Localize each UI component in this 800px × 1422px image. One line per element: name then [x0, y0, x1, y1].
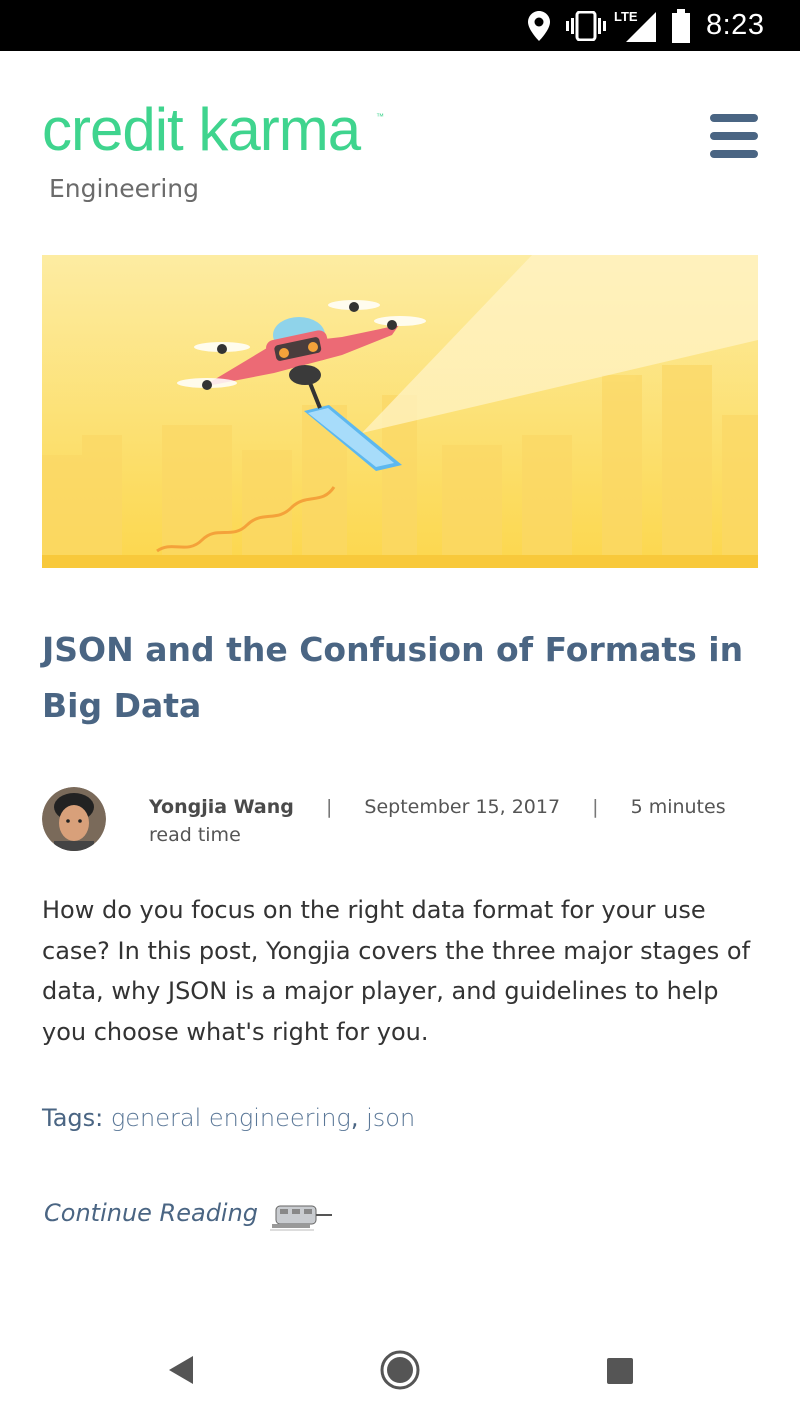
- hamburger-menu-icon[interactable]: [710, 112, 760, 160]
- trademark-mark: ™: [376, 112, 384, 121]
- post-title-link[interactable]: JSON and the Confusion of Formats in Big…: [42, 622, 758, 734]
- hero-image[interactable]: [42, 255, 758, 568]
- meta-separator: |: [325, 796, 333, 818]
- recents-icon[interactable]: [606, 1357, 634, 1385]
- post-excerpt: How do you focus on the right data forma…: [42, 896, 751, 1046]
- tag-separator: ,: [350, 1104, 359, 1132]
- post-meta: Yongjia Wang | September 15, 2017 | 5 mi…: [149, 793, 749, 849]
- robot-arrow-icon[interactable]: [266, 1198, 334, 1236]
- battery-icon: [672, 9, 690, 43]
- tag-json[interactable]: json: [366, 1104, 415, 1132]
- home-icon[interactable]: [380, 1350, 420, 1390]
- vibrate-icon: [566, 11, 606, 41]
- credit-karma-logo[interactable]: credit karma: [42, 100, 361, 160]
- tag-general-engineering[interactable]: general engineering: [111, 1104, 351, 1132]
- meta-separator: |: [592, 796, 599, 818]
- post-date: September 15, 2017: [364, 796, 561, 818]
- site-subtitle: Engineering: [49, 174, 199, 203]
- back-icon[interactable]: [167, 1354, 197, 1386]
- status-bar: LTE 8:23: [0, 0, 800, 51]
- signal-icon: [626, 12, 656, 42]
- clock: 8:23: [706, 9, 765, 41]
- author-name[interactable]: Yongjia Wang: [149, 796, 294, 818]
- continue-reading-link[interactable]: Continue Reading: [44, 1199, 258, 1227]
- post-tags: Tags: general engineering, json: [42, 1104, 415, 1132]
- location-icon: [528, 11, 550, 41]
- tags-label: Tags:: [42, 1104, 104, 1132]
- author-avatar: [42, 787, 106, 851]
